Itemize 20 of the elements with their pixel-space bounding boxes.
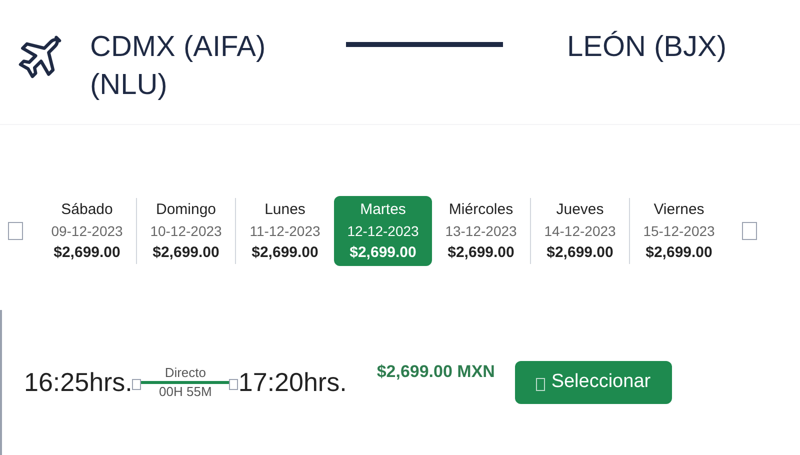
destination-city: LEÓN (BJX) [567, 30, 727, 65]
date-tab[interactable]: Martes 12-12-2023 $2,699.00 [334, 196, 432, 266]
square-icon[interactable] [8, 222, 23, 240]
origin-city: CDMX (AIFA) (NLU) [90, 30, 267, 103]
date-tab[interactable]: Domingo 10-12-2023 $2,699.00 [137, 196, 235, 266]
duration-label: 00H 55M [159, 384, 212, 400]
departure-time: 16:25hrs. [24, 366, 132, 399]
date-tab[interactable]: Jueves 14-12-2023 $2,699.00 [531, 196, 629, 266]
date-tab[interactable]: Lunes 11-12-2023 $2,699.00 [236, 196, 334, 266]
date-tab[interactable]: Miércoles 13-12-2023 $2,699.00 [432, 196, 530, 266]
date-tab[interactable]: Viernes 15-12-2023 $2,699.00 [630, 196, 728, 266]
square-icon[interactable] [742, 222, 757, 240]
stops-label: Directo [164, 365, 206, 381]
square-icon [536, 378, 546, 390]
arrival-time: 17:20hrs. [238, 366, 347, 399]
flight-price: $2,699.00 MXN [376, 360, 495, 383]
select-button[interactable]: Seleccionar [514, 361, 672, 404]
square-icon [132, 379, 142, 390]
date-tab[interactable]: Sábado 09-12-2023 $2,699.00 [38, 196, 136, 266]
square-icon [229, 379, 238, 390]
